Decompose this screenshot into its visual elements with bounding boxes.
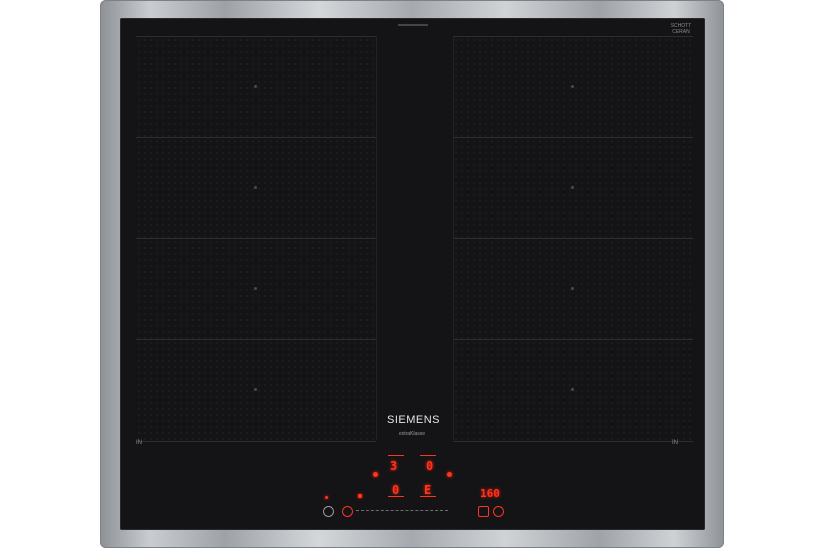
wifi-icon[interactable]: [325, 496, 328, 499]
zone-indicator-right: IN: [672, 440, 678, 446]
cooktop-glass: SCHOTT CERAN SIEMENS extraKlasse IN IN 3…: [120, 18, 705, 530]
schott-ceran-logo: SCHOTT CERAN: [670, 23, 692, 35]
cooking-zone[interactable]: [136, 339, 376, 440]
zone-center-mark: [571, 388, 574, 391]
boost-icon[interactable]: [342, 506, 353, 517]
zone-select-right-icon[interactable]: [447, 472, 452, 477]
zone-marker: [420, 455, 436, 456]
cooking-zone[interactable]: [136, 137, 376, 238]
zone-center-mark: [254, 388, 257, 391]
top-marker: [398, 24, 428, 26]
lock-icon[interactable]: [358, 494, 362, 498]
power-level-display[interactable]: 0: [392, 483, 399, 497]
zone-center-mark: [254, 287, 257, 290]
power-level-display[interactable]: 0: [426, 459, 433, 473]
zone-marker: [388, 455, 404, 456]
cooking-zone[interactable]: [453, 339, 693, 440]
zone-indicator-left: IN: [136, 440, 142, 446]
cooking-zone[interactable]: [453, 137, 693, 238]
zone-center-mark: [254, 85, 257, 88]
power-slider[interactable]: [356, 510, 448, 512]
pan-icon[interactable]: [478, 506, 489, 517]
zone-divider: [376, 36, 377, 440]
cooking-zone[interactable]: [453, 238, 693, 339]
power-icon[interactable]: [323, 506, 334, 517]
subbrand-label: extraKlasse: [398, 431, 426, 437]
cooking-zone[interactable]: [136, 238, 376, 339]
zone-center-mark: [571, 287, 574, 290]
cooking-zone[interactable]: [453, 36, 693, 137]
timer-icon[interactable]: [493, 506, 504, 517]
control-separator: [136, 441, 376, 442]
zone-divider: [453, 36, 454, 440]
zone-select-left-icon[interactable]: [373, 472, 378, 477]
zone-center-mark: [254, 186, 257, 189]
zone-center-mark: [571, 186, 574, 189]
timer-display[interactable]: 160: [480, 487, 500, 500]
zone-center-mark: [571, 85, 574, 88]
right-cooking-area[interactable]: [453, 36, 693, 440]
control-separator: [453, 441, 693, 442]
left-cooking-area[interactable]: [136, 36, 376, 440]
cooking-zone[interactable]: [136, 36, 376, 137]
power-level-display[interactable]: E: [424, 483, 431, 497]
power-level-display[interactable]: 3: [390, 459, 397, 473]
brand-logo: SIEMENS: [387, 414, 441, 426]
